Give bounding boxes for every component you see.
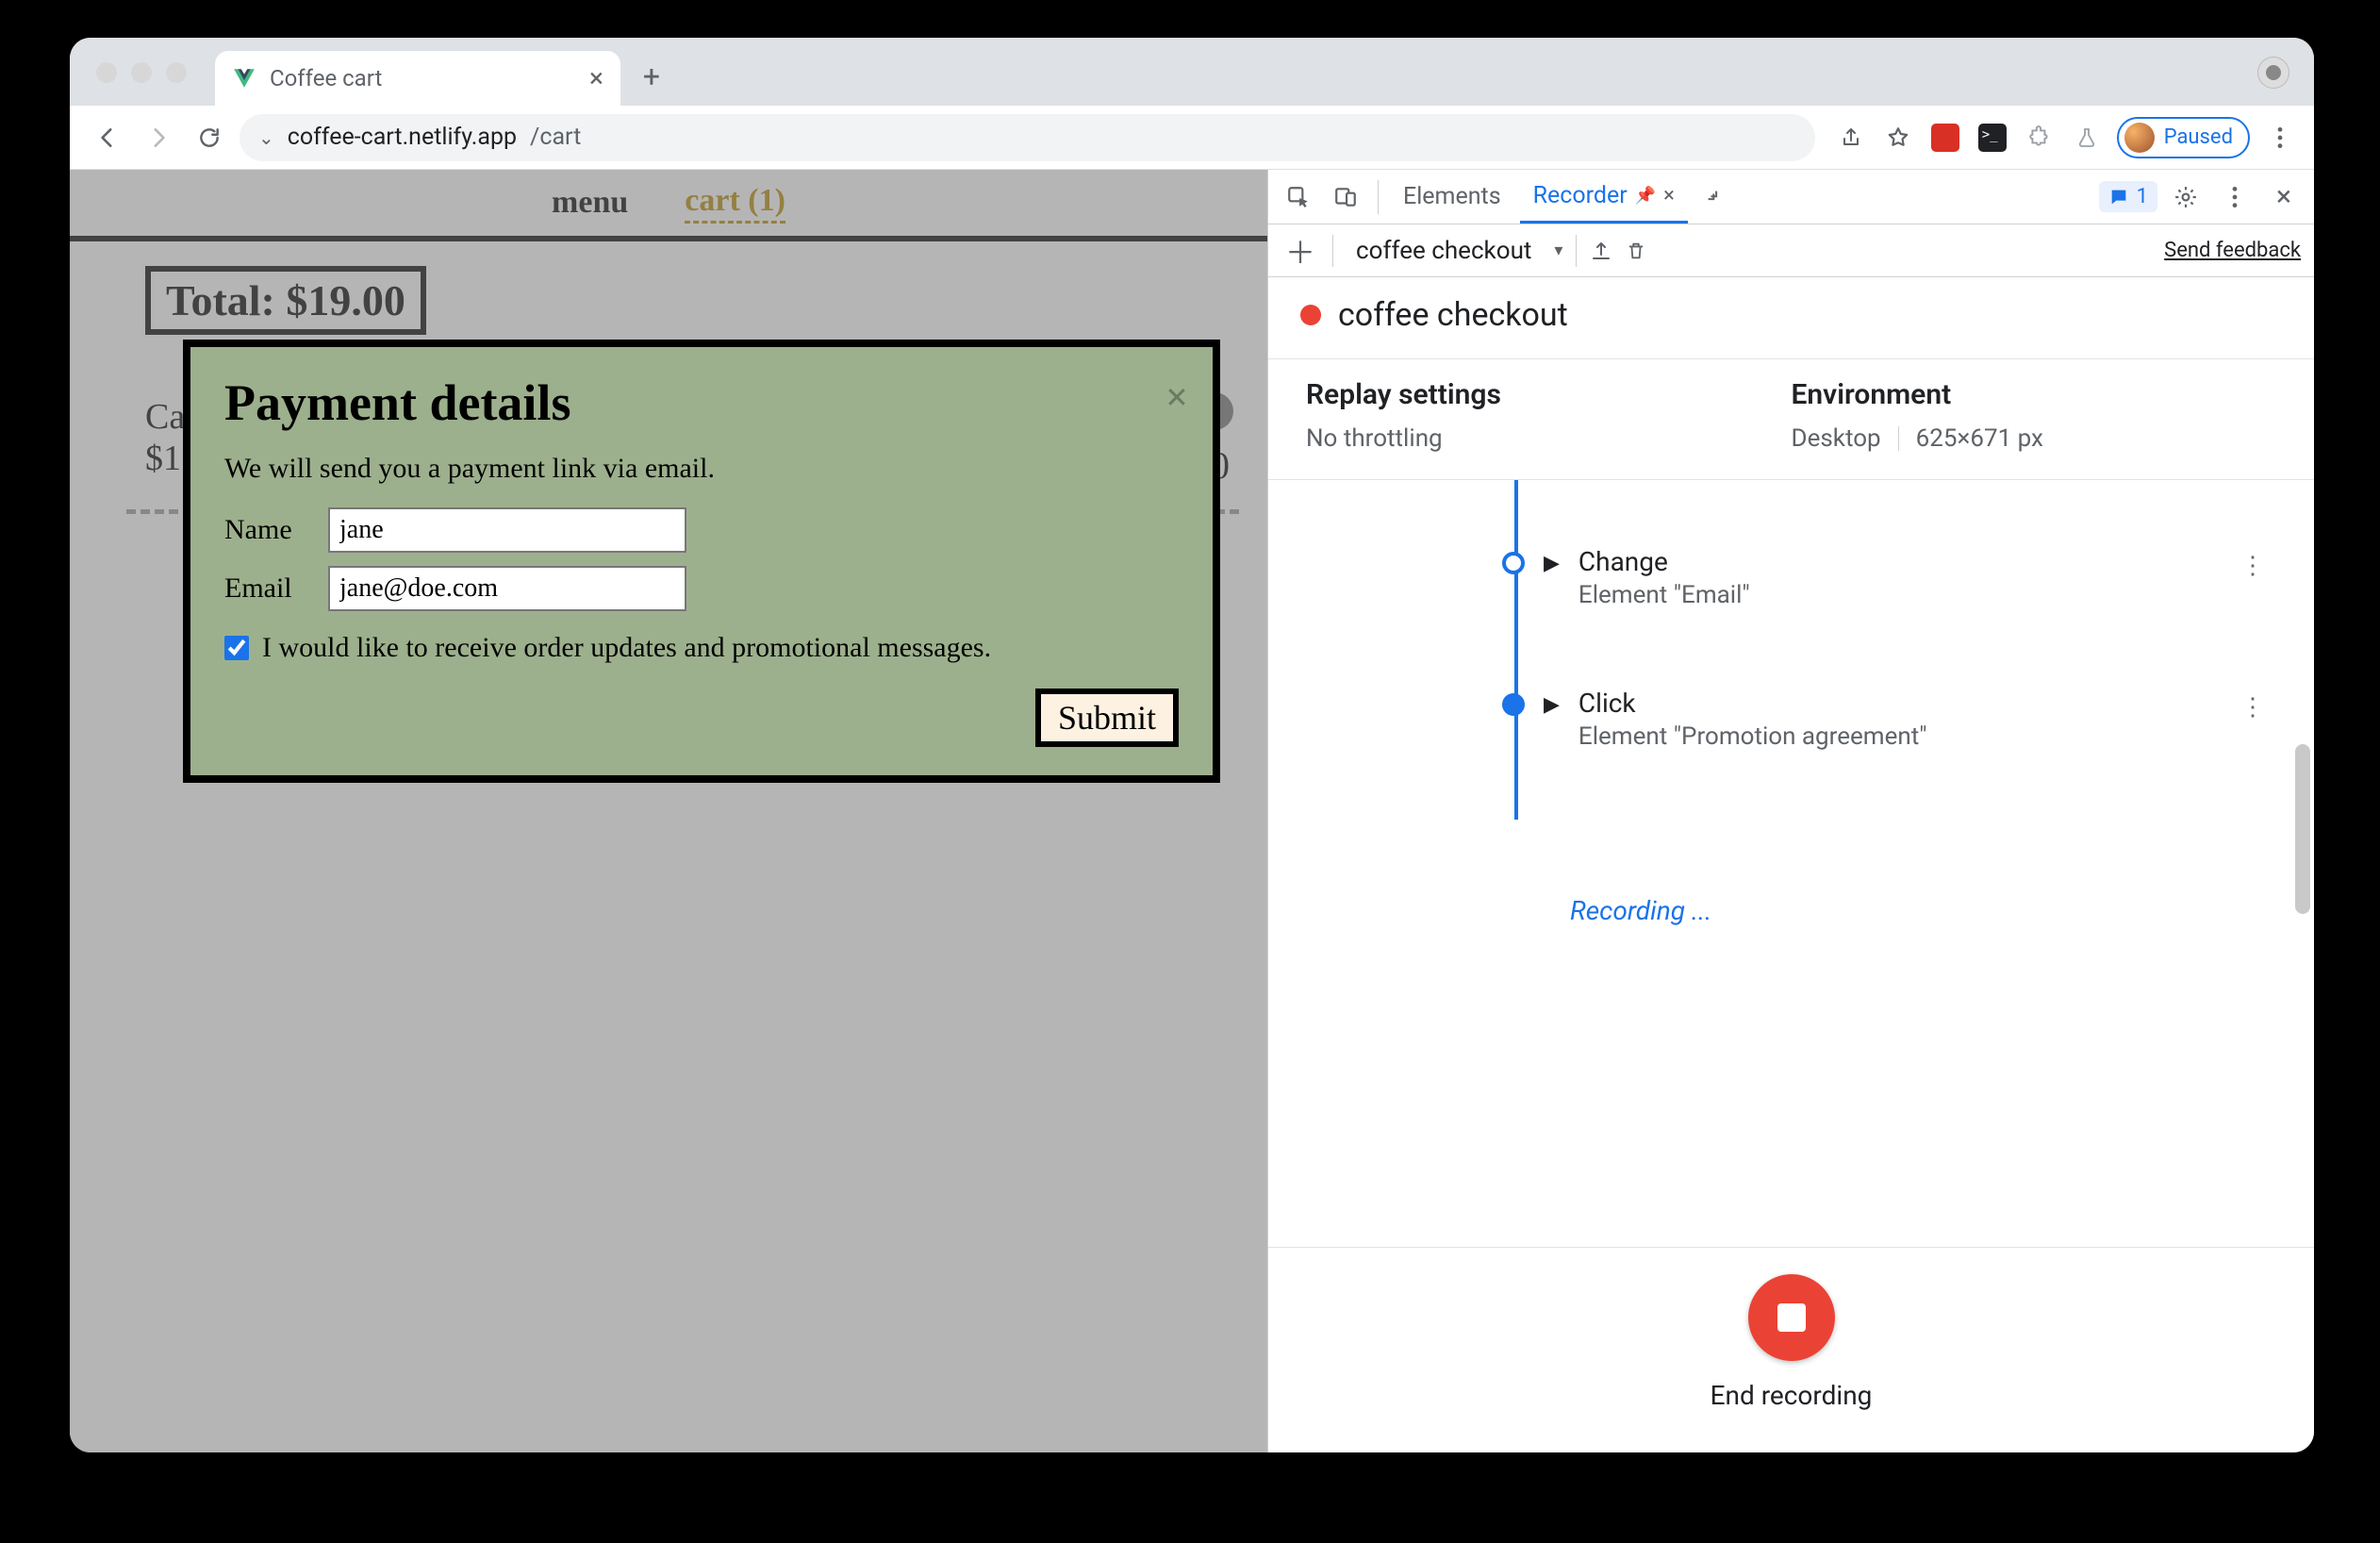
name-field[interactable] <box>328 507 686 553</box>
step-subtitle: Element "Promotion agreement" <box>1578 722 2222 751</box>
profile-paused-chip[interactable]: Paused <box>2117 117 2250 158</box>
tab-recorder-close-icon[interactable]: × <box>1663 184 1675 207</box>
environment-device: Desktop <box>1792 424 1881 453</box>
end-recording-button[interactable] <box>1748 1274 1835 1361</box>
issues-chip[interactable]: 1 <box>2099 181 2157 212</box>
new-tab-button[interactable]: + <box>628 53 675 100</box>
modal-close-icon[interactable]: × <box>1165 375 1188 421</box>
modal-subtitle: We will send you a payment link via emai… <box>224 453 1179 485</box>
window-close-dot[interactable] <box>96 62 117 83</box>
devtools-settings-gear-icon[interactable] <box>2165 176 2206 218</box>
tab-elements[interactable]: Elements <box>1390 170 1514 224</box>
step-expand-chevron-icon[interactable]: ▶ <box>1544 552 1560 575</box>
send-feedback-link[interactable]: Send feedback <box>2164 239 2301 262</box>
recording-title-row: coffee checkout <box>1268 277 2314 359</box>
bookmark-star-icon[interactable] <box>1881 121 1915 155</box>
chrome-menu-kebab-icon[interactable] <box>2263 121 2297 155</box>
share-icon[interactable] <box>1834 121 1868 155</box>
name-label: Name <box>224 514 309 546</box>
submit-button[interactable]: Submit <box>1035 689 1179 747</box>
pin-icon[interactable]: 📌 <box>1635 186 1656 206</box>
url-host: coffee-cart.netlify.app <box>288 124 517 151</box>
email-label: Email <box>224 572 309 605</box>
devtools-tabbar: Elements Recorder 📌 × 1 <box>1268 170 2314 224</box>
window-controls <box>96 62 187 83</box>
paused-label: Paused <box>2164 125 2233 149</box>
new-recording-button[interactable]: ＋ <box>1281 229 1319 273</box>
devtools-close-icon[interactable]: × <box>2263 176 2305 218</box>
payment-modal: × Payment details We will send you a pay… <box>183 340 1220 783</box>
tab-recorder[interactable]: Recorder 📌 × <box>1520 170 1688 224</box>
inspect-element-icon[interactable] <box>1278 176 1319 218</box>
avatar-icon <box>2124 123 2155 153</box>
chrome-toolbar: ⌄ coffee-cart.netlify.app/cart <box>70 106 2314 170</box>
extension-red-icon[interactable] <box>1928 121 1962 155</box>
vue-favicon-icon <box>232 66 256 91</box>
export-recording-icon[interactable] <box>1590 240 1612 262</box>
step-dot-icon <box>1502 693 1525 716</box>
issues-count: 1 <box>2137 185 2148 208</box>
end-recording-section: End recording <box>1268 1247 2314 1452</box>
replay-settings-value[interactable]: No throttling <box>1306 424 1792 453</box>
tab-close-icon[interactable]: × <box>589 65 603 91</box>
replay-settings-heading: Replay settings <box>1306 378 1792 411</box>
promo-checkbox[interactable] <box>224 636 249 660</box>
forward-button[interactable] <box>138 117 179 158</box>
recording-settings: Replay settings No throttling Environmen… <box>1268 359 2314 480</box>
recording-selector[interactable]: coffee checkout <box>1347 237 1541 265</box>
chrome-tabstrip: Coffee cart × + <box>70 38 2314 106</box>
extension-terminal-icon[interactable] <box>1975 121 2009 155</box>
recording-title: coffee checkout <box>1338 296 1568 334</box>
email-field[interactable] <box>328 566 686 611</box>
environment-size: 625×671 px <box>1916 424 2043 453</box>
timeline-rail <box>1514 480 1518 820</box>
step-menu-kebab-icon[interactable]: ⋮ <box>2240 693 2265 722</box>
devtools-menu-kebab-icon[interactable] <box>2214 176 2256 218</box>
step-expand-chevron-icon[interactable]: ▶ <box>1544 693 1560 717</box>
window-min-dot[interactable] <box>131 62 152 83</box>
recording-selector-chevron-icon[interactable]: ▾ <box>1554 241 1562 260</box>
modal-title: Payment details <box>224 373 1179 432</box>
step-subtitle: Element "Email" <box>1578 581 2222 609</box>
window-max-dot[interactable] <box>166 62 187 83</box>
site-info-chevron-icon[interactable]: ⌄ <box>258 126 274 149</box>
step-row[interactable]: ▶ Change Element "Email" ⋮ <box>1502 546 2265 609</box>
device-toolbar-icon[interactable] <box>1325 176 1366 218</box>
step-row[interactable]: ▶ Click Element "Promotion agreement" ⋮ <box>1502 688 2265 751</box>
browser-window: Coffee cart × + ⌄ coffee-cart.netlify.ap… <box>70 38 2314 1452</box>
reload-button[interactable] <box>189 117 230 158</box>
more-tabs-chevrons-icon[interactable] <box>1694 176 1735 218</box>
step-title: Change <box>1578 546 2222 577</box>
step-title: Click <box>1578 688 2222 719</box>
address-bar[interactable]: ⌄ coffee-cart.netlify.app/cart <box>240 114 1815 161</box>
extensions-puzzle-icon[interactable] <box>2023 121 2057 155</box>
end-recording-label: End recording <box>1711 1380 1873 1411</box>
recording-indicator-icon <box>1300 305 1321 325</box>
webpage-pane: menu cart (1) Total: $19.00 Ca $1 00 x <box>70 170 1267 1452</box>
tab-title: Coffee cart <box>270 65 382 91</box>
browser-tab[interactable]: Coffee cart × <box>215 51 620 106</box>
stop-icon <box>1777 1303 1806 1332</box>
recording-status: Recording ... <box>1570 895 1711 926</box>
step-menu-kebab-icon[interactable]: ⋮ <box>2240 552 2265 580</box>
recorder-toolbar: ＋ coffee checkout ▾ Send feedback <box>1268 224 2314 277</box>
environment-heading: Environment <box>1792 378 2277 411</box>
labs-flask-icon[interactable] <box>2070 121 2104 155</box>
devtools-pane: Elements Recorder 📌 × 1 <box>1267 170 2314 1452</box>
back-button[interactable] <box>87 117 128 158</box>
promo-label: I would like to receive order updates an… <box>262 632 991 664</box>
delete-recording-icon[interactable] <box>1626 240 1646 262</box>
scrollbar-thumb[interactable] <box>2295 744 2310 914</box>
recording-steps: ▶ Change Element "Email" ⋮ ▶ Click Eleme… <box>1268 480 2314 1247</box>
step-dot-icon <box>1502 552 1525 574</box>
profile-badge-icon[interactable] <box>2257 57 2289 89</box>
url-path: /cart <box>530 124 581 151</box>
